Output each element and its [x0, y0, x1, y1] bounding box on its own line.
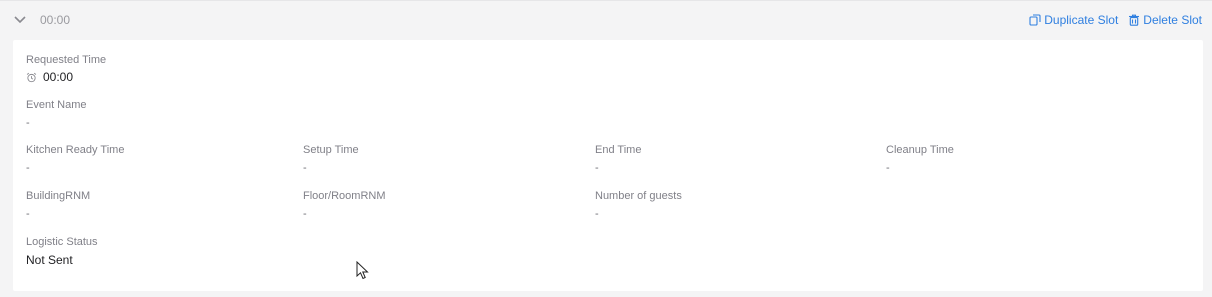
slot-time: 00:00 — [40, 13, 71, 27]
kitchen-ready-time-value: - — [26, 162, 30, 174]
duplicate-slot-label: Duplicate Slot — [1044, 13, 1119, 27]
building-label: BuildingRNM — [26, 190, 91, 202]
floor-room-field: Floor/RoomRNM - — [303, 189, 386, 221]
requested-time-label: Requested Time — [26, 54, 107, 66]
slot-header: 00:00 Duplicate Slot Delete Slot — [0, 1, 1212, 39]
end-time-field: End Time - — [595, 143, 641, 175]
copy-icon — [1029, 14, 1041, 26]
requested-time-field: Requested Time 00:00 — [26, 53, 106, 84]
mouse-pointer-icon — [356, 261, 369, 280]
logistic-status-label: Logistic Status — [26, 236, 98, 248]
end-time-value: - — [595, 162, 599, 174]
alarm-clock-icon — [26, 72, 37, 82]
cleanup-time-label: Cleanup Time — [886, 144, 954, 156]
logistic-status-value: Not Sent — [26, 253, 73, 267]
trash-icon — [1129, 14, 1140, 26]
slot-details-card: Requested Time 00:00 Event Name - Kitche… — [13, 40, 1203, 291]
building-field: BuildingRNM - — [26, 189, 90, 221]
duplicate-slot-button[interactable]: Duplicate Slot — [1029, 13, 1118, 27]
setup-time-value: - — [303, 162, 307, 174]
chevron-down-icon[interactable] — [13, 14, 27, 26]
number-of-guests-field: Number of guests - — [595, 189, 682, 221]
requested-time-value-row: 00:00 — [26, 70, 106, 84]
logistic-status-field: Logistic Status Not Sent — [26, 235, 98, 267]
kitchen-ready-time-field: Kitchen Ready Time - — [26, 143, 124, 175]
number-of-guests-value: - — [595, 208, 599, 220]
floor-room-label: Floor/RoomRNM — [303, 190, 386, 202]
requested-time-value: 00:00 — [43, 70, 74, 84]
slot-actions: Duplicate Slot Delete Slot — [1029, 13, 1202, 27]
event-name-value: - — [26, 117, 30, 129]
delete-slot-button[interactable]: Delete Slot — [1128, 13, 1202, 27]
end-time-label: End Time — [595, 144, 642, 156]
setup-time-field: Setup Time - — [303, 143, 359, 175]
delete-slot-label: Delete Slot — [1143, 13, 1202, 27]
cleanup-time-field: Cleanup Time - — [886, 143, 954, 175]
cleanup-time-value: - — [886, 162, 890, 174]
number-of-guests-label: Number of guests — [595, 190, 682, 202]
event-name-label: Event Name — [26, 99, 87, 111]
kitchen-ready-time-label: Kitchen Ready Time — [26, 144, 125, 156]
building-value: - — [26, 208, 30, 220]
slot-panel: 00:00 Duplicate Slot Delete Slot Request… — [0, 0, 1212, 297]
floor-room-value: - — [303, 208, 307, 220]
event-name-field: Event Name - — [26, 98, 87, 130]
setup-time-label: Setup Time — [303, 144, 359, 156]
